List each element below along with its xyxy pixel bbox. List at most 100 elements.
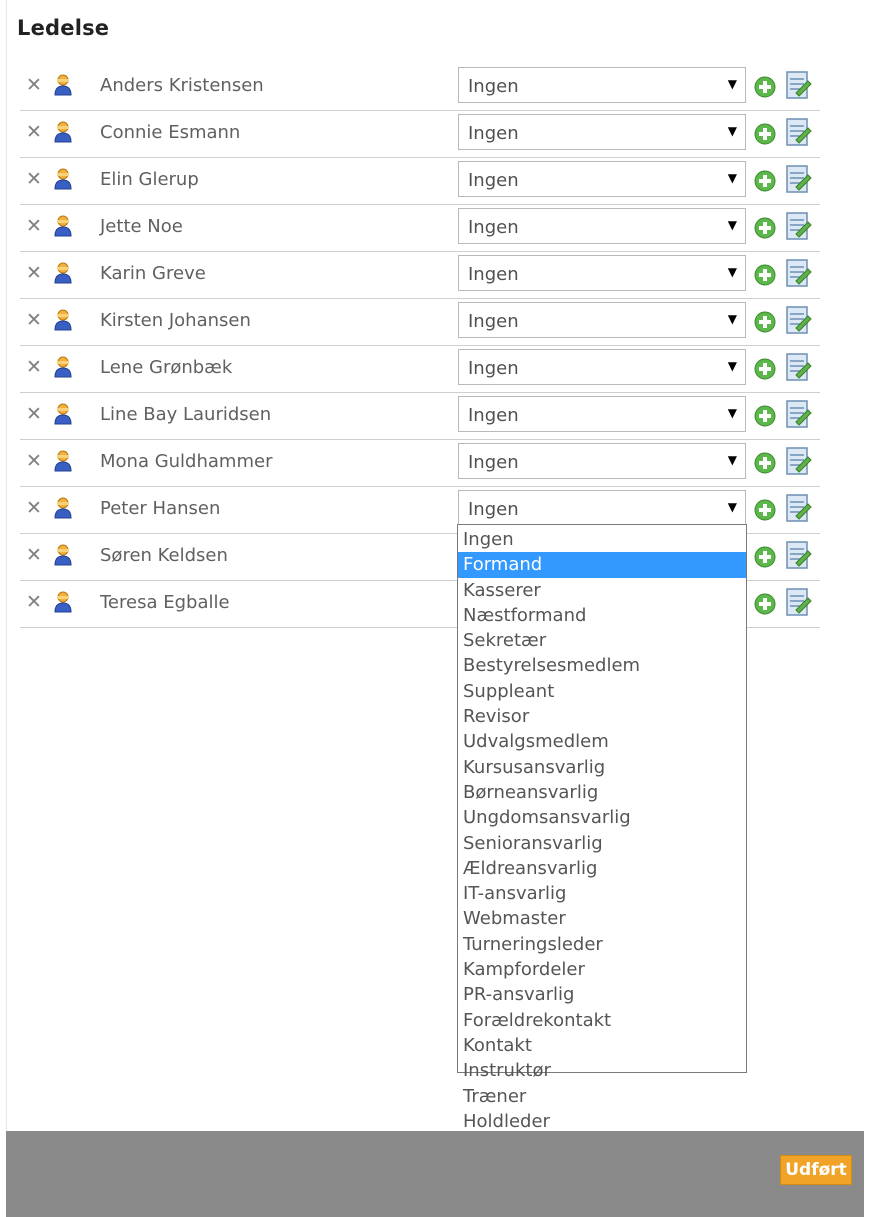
chevron-down-icon[interactable]: ▼ <box>728 453 737 467</box>
chevron-down-icon[interactable]: ▼ <box>728 406 737 420</box>
edit-document-icon[interactable] <box>784 163 812 195</box>
dropdown-option[interactable]: Udvalgsmedlem <box>458 729 746 754</box>
dropdown-option[interactable]: Ældreansvarlig <box>458 856 746 881</box>
member-row: ✕ Elin Glerup Ingen ▼ <box>20 158 820 205</box>
member-name: Connie Esmann <box>100 122 241 143</box>
close-icon[interactable]: ✕ <box>26 215 44 237</box>
edit-document-icon[interactable] <box>784 445 812 477</box>
role-dropdown-list[interactable]: Ingen Formand Kasserer Næstformand Sekretær B… <box>457 524 747 1132</box>
close-icon[interactable]: ✕ <box>26 168 44 190</box>
dropdown-option[interactable]: Turneringsleder <box>458 932 746 957</box>
edit-document-icon[interactable] <box>784 539 812 571</box>
role-select-value: Ingen <box>468 452 519 473</box>
member-name: Teresa Egballe <box>100 592 230 613</box>
member-row: ✕ Mona Guldhammer Ingen ▼ <box>20 440 820 487</box>
dropdown-option[interactable]: Formand <box>458 552 746 578</box>
plus-circle-icon[interactable] <box>754 546 776 568</box>
close-icon[interactable]: ✕ <box>26 121 44 143</box>
plus-circle-icon[interactable] <box>754 499 776 521</box>
plus-circle-icon[interactable] <box>754 123 776 145</box>
edit-document-icon[interactable] <box>784 492 812 524</box>
plus-circle-icon[interactable] <box>754 311 776 333</box>
dropdown-option[interactable]: Næstformand <box>458 603 746 628</box>
dropdown-option[interactable]: Kampfordeler <box>458 957 746 982</box>
close-icon[interactable]: ✕ <box>26 591 44 613</box>
user-icon <box>54 215 72 237</box>
dropdown-option[interactable]: Suppleant <box>458 679 746 704</box>
chevron-down-icon[interactable]: ▼ <box>728 500 737 514</box>
chevron-down-icon[interactable]: ▼ <box>728 265 737 279</box>
user-icon <box>54 262 72 284</box>
member-row: ✕ Jette Noe Ingen ▼ <box>20 205 820 252</box>
dropdown-option[interactable]: Træner <box>458 1084 746 1109</box>
user-icon <box>54 168 72 190</box>
plus-circle-icon[interactable] <box>754 76 776 98</box>
role-select[interactable]: Ingen ▼ <box>458 490 746 526</box>
close-icon[interactable]: ✕ <box>26 497 44 519</box>
member-row: ✕ Lene Grønbæk Ingen ▼ <box>20 346 820 393</box>
plus-circle-icon[interactable] <box>754 358 776 380</box>
plus-circle-icon[interactable] <box>754 405 776 427</box>
edit-document-icon[interactable] <box>784 116 812 148</box>
role-select[interactable]: Ingen ▼ <box>458 255 746 291</box>
close-icon[interactable]: ✕ <box>26 356 44 378</box>
chevron-down-icon[interactable]: ▼ <box>728 359 737 373</box>
role-select[interactable]: Ingen ▼ <box>458 67 746 103</box>
close-icon[interactable]: ✕ <box>26 309 44 331</box>
user-icon <box>54 544 72 566</box>
dropdown-option[interactable]: Webmaster <box>458 906 746 931</box>
chevron-down-icon[interactable]: ▼ <box>728 124 737 138</box>
member-name: Mona Guldhammer <box>100 451 273 472</box>
plus-circle-icon[interactable] <box>754 217 776 239</box>
close-icon[interactable]: ✕ <box>26 450 44 472</box>
dropdown-option[interactable]: Kontakt <box>458 1033 746 1058</box>
role-select[interactable]: Ingen ▼ <box>458 114 746 150</box>
chevron-down-icon[interactable]: ▼ <box>728 218 737 232</box>
dropdown-option[interactable]: IT-ansvarlig <box>458 881 746 906</box>
dropdown-option[interactable]: Kursusansvarlig <box>458 755 746 780</box>
edit-document-icon[interactable] <box>784 304 812 336</box>
dropdown-option[interactable]: Børneansvarlig <box>458 780 746 805</box>
edit-document-icon[interactable] <box>784 586 812 618</box>
edit-document-icon[interactable] <box>784 69 812 101</box>
done-button[interactable]: Udført <box>780 1155 852 1185</box>
dropdown-option[interactable]: Revisor <box>458 704 746 729</box>
member-name: Elin Glerup <box>100 169 199 190</box>
plus-circle-icon[interactable] <box>754 170 776 192</box>
member-row: ✕ Anders Kristensen Ingen ▼ <box>20 64 820 111</box>
plus-circle-icon[interactable] <box>754 593 776 615</box>
plus-circle-icon[interactable] <box>754 264 776 286</box>
role-select[interactable]: Ingen ▼ <box>458 396 746 432</box>
close-icon[interactable]: ✕ <box>26 544 44 566</box>
dropdown-option[interactable]: Instruktør <box>458 1058 746 1083</box>
plus-circle-icon[interactable] <box>754 452 776 474</box>
dropdown-option[interactable]: Sekretær <box>458 628 746 653</box>
member-row: ✕ Line Bay Lauridsen Ingen ▼ <box>20 393 820 440</box>
role-select[interactable]: Ingen ▼ <box>458 443 746 479</box>
role-select-value: Ingen <box>468 358 519 379</box>
role-select-value: Ingen <box>468 76 519 97</box>
edit-document-icon[interactable] <box>784 398 812 430</box>
dropdown-option[interactable]: Forældrekontakt <box>458 1008 746 1033</box>
close-icon[interactable]: ✕ <box>26 403 44 425</box>
member-name: Anders Kristensen <box>100 75 264 96</box>
dropdown-option[interactable]: Senioransvarlig <box>458 831 746 856</box>
edit-document-icon[interactable] <box>784 210 812 242</box>
chevron-down-icon[interactable]: ▼ <box>728 171 737 185</box>
dropdown-option[interactable]: Bestyrelsesmedlem <box>458 653 746 678</box>
dropdown-option[interactable]: Kasserer <box>458 578 746 603</box>
role-select[interactable]: Ingen ▼ <box>458 349 746 385</box>
role-select[interactable]: Ingen ▼ <box>458 161 746 197</box>
dropdown-option[interactable]: PR-ansvarlig <box>458 982 746 1007</box>
close-icon[interactable]: ✕ <box>26 262 44 284</box>
edit-document-icon[interactable] <box>784 351 812 383</box>
dropdown-option[interactable]: Ingen <box>458 527 746 552</box>
dropdown-option[interactable]: Ungdomsansvarlig <box>458 805 746 830</box>
member-name: Søren Keldsen <box>100 545 228 566</box>
role-select[interactable]: Ingen ▼ <box>458 302 746 338</box>
chevron-down-icon[interactable]: ▼ <box>728 312 737 326</box>
close-icon[interactable]: ✕ <box>26 74 44 96</box>
chevron-down-icon[interactable]: ▼ <box>728 77 737 91</box>
role-select[interactable]: Ingen ▼ <box>458 208 746 244</box>
edit-document-icon[interactable] <box>784 257 812 289</box>
